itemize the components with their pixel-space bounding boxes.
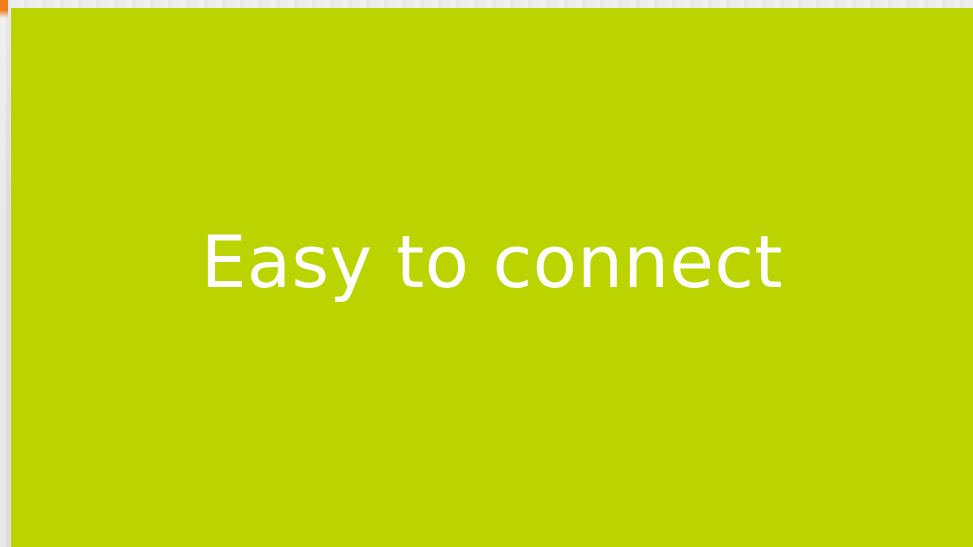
- accent-corner-mark: [0, 0, 8, 18]
- panel-heading: Easy to connect: [200, 219, 784, 304]
- feature-panel: Easy to connect: [11, 8, 973, 547]
